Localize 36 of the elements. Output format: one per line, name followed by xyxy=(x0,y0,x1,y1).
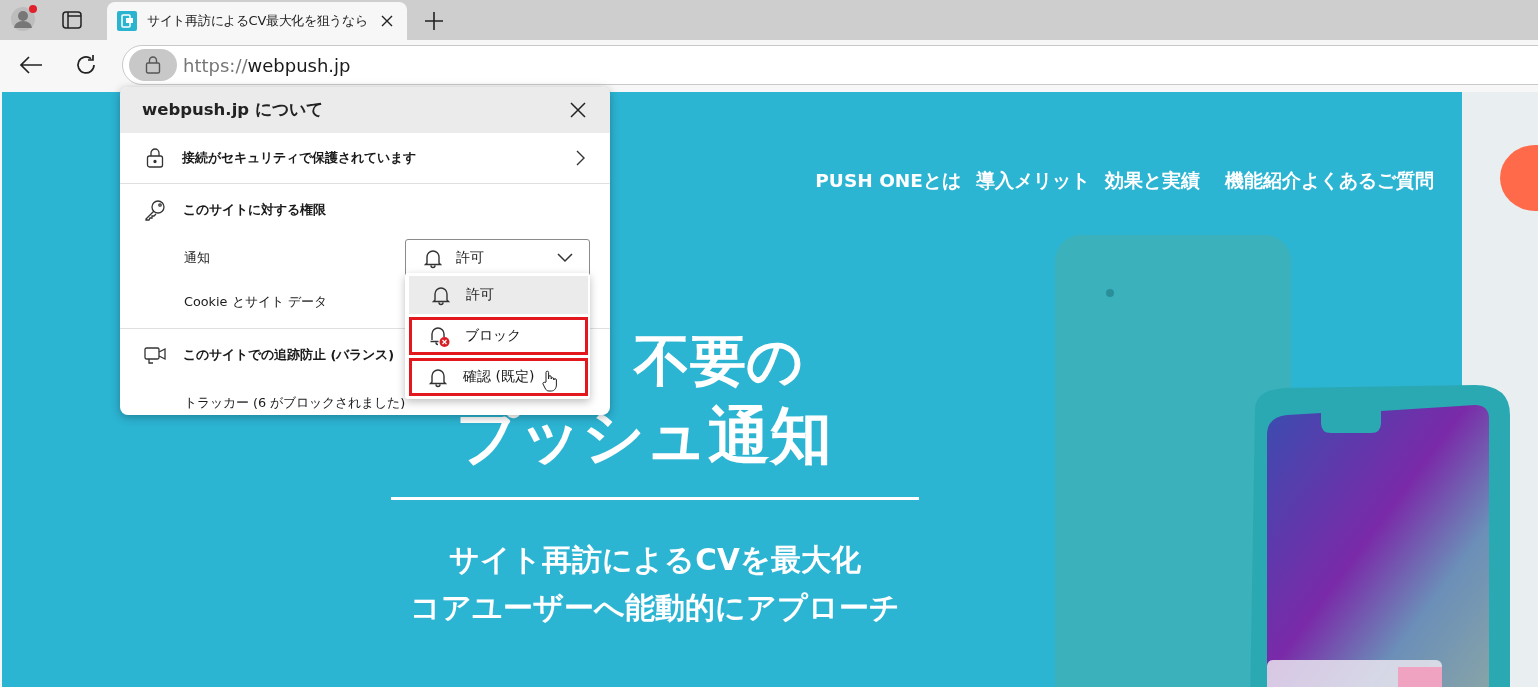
permission-label: Cookie とサイト データ xyxy=(184,293,327,311)
profile-avatar-icon[interactable] xyxy=(10,4,38,32)
dropdown-option[interactable]: 確認 (既定) xyxy=(409,358,588,396)
popup-title: webpush.jp について xyxy=(142,99,323,121)
subtitle-text: コアユーザーへ能動的にアプローチ xyxy=(410,590,900,627)
tab-panel-icon[interactable] xyxy=(62,11,82,29)
section-heading: このサイトに対する権限 xyxy=(183,201,326,219)
site-info-button[interactable] xyxy=(129,49,177,81)
address-bar[interactable]: https://webpush.jp xyxy=(122,45,1538,85)
permission-label: 通知 xyxy=(184,249,210,267)
bell-icon xyxy=(427,366,449,388)
bell-icon xyxy=(422,247,444,269)
browser-tab[interactable]: サイト再訪によるCV最大化を狙うなら xyxy=(107,2,407,40)
bell-icon xyxy=(430,284,452,306)
headline-text: 不要の xyxy=(634,329,803,393)
dropdown-option[interactable]: 許可 xyxy=(409,276,588,314)
new-tab-icon[interactable] xyxy=(425,12,443,30)
connection-status-text: 接続がセキュリティで保護されています xyxy=(182,149,417,167)
back-arrow-icon[interactable] xyxy=(19,55,43,75)
video-camera-icon xyxy=(144,344,166,366)
close-icon[interactable] xyxy=(570,102,586,118)
key-icon xyxy=(144,199,166,221)
lock-icon xyxy=(145,56,161,74)
favicon-icon xyxy=(117,11,137,31)
reload-icon[interactable] xyxy=(75,54,97,76)
hand-cursor-icon xyxy=(542,370,559,392)
dropdown-option[interactable]: ブロック xyxy=(409,317,588,355)
subtitle-text: サイト再訪によるCVを最大化 xyxy=(449,542,861,579)
connection-security-item[interactable]: 接続がセキュリティで保護されています xyxy=(120,133,610,184)
trackers-link[interactable]: トラッカー (6 がブロックされました) xyxy=(184,394,406,412)
section-heading: このサイトでの追跡防止 (バランス) xyxy=(183,346,395,364)
chevron-down-icon xyxy=(557,253,573,263)
chevron-right-icon xyxy=(576,150,586,166)
close-icon[interactable] xyxy=(381,15,393,27)
lock-icon xyxy=(146,148,164,168)
url-text: https://webpush.jp xyxy=(183,54,351,76)
